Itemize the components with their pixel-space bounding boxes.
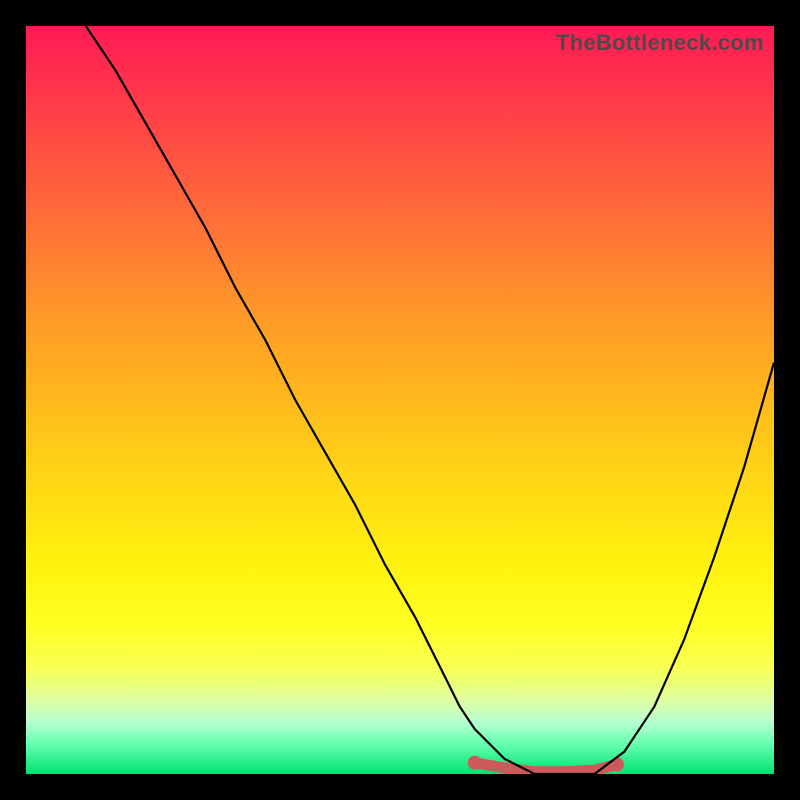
chart-frame: TheBottleneck.com xyxy=(20,20,780,780)
plot-area: TheBottleneck.com xyxy=(26,26,774,774)
heat-gradient-background xyxy=(26,26,774,774)
